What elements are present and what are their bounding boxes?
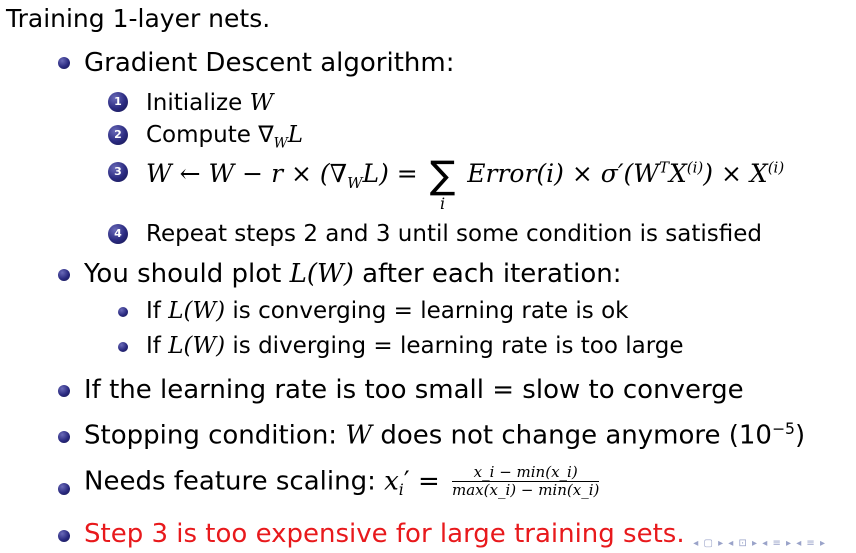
- diverging-item: If L(W) is diverging = learning rate is …: [146, 335, 684, 358]
- step-4: Repeat steps 2 and 3 until some conditio…: [146, 221, 763, 247]
- slide-title: Training 1-layer nets.: [6, 4, 271, 33]
- sub1-func: L(W): [168, 298, 226, 324]
- converging-item: If L(W) is converging = learning rate is…: [146, 300, 629, 323]
- scaling-item: Needs feature scaling: xi′ = x_i − min(x…: [84, 465, 600, 499]
- sub1-pre: If: [146, 298, 161, 324]
- sub1-post: is converging = learning rate is ok: [232, 298, 629, 324]
- plot-post: after each iteration:: [362, 259, 622, 289]
- step-number-4: 4: [108, 224, 128, 244]
- step-3-lhs-end: L) =: [362, 159, 418, 188]
- scaling-eq: ′ =: [403, 466, 440, 497]
- sub2-post: is diverging = learning rate is too larg…: [232, 333, 684, 359]
- step-3-rhs: Error(i) × σ′(W: [467, 159, 659, 188]
- bullet-icon: [58, 269, 70, 281]
- sub2-pre: If: [146, 333, 161, 359]
- stopping-end: ): [794, 420, 806, 451]
- step-3-rhs-tail: ) × X: [703, 159, 768, 188]
- gradient-descent-item: Gradient Descent algorithm:: [84, 48, 455, 78]
- step-1: Initialize W: [146, 92, 273, 115]
- scaling-lhs: x: [384, 466, 399, 497]
- step-3-rhs-transpose: T: [658, 158, 669, 177]
- step-2: Compute ∇WL: [146, 124, 303, 151]
- sum-symbol: ∑ i: [429, 153, 456, 212]
- sum-index: i: [439, 194, 446, 213]
- step-1-text: Initialize: [146, 90, 243, 116]
- stopping-pre: Stopping condition:: [84, 420, 338, 451]
- plot-item: You should plot L(W) after each iteratio…: [84, 261, 621, 287]
- bullet-icon: [58, 483, 70, 495]
- bullet-icon: [58, 57, 70, 69]
- step-number-1: 1: [108, 92, 128, 112]
- step-1-var: W: [249, 90, 274, 116]
- stopping-item: Stopping condition: W does not change an…: [84, 420, 806, 451]
- bullet-icon: [58, 385, 70, 397]
- plot-func: L(W): [289, 259, 354, 289]
- step-3-rhs-x-sup: (i): [686, 158, 704, 177]
- step-2-text: Compute ∇: [146, 122, 274, 148]
- step-3-formula: W ← W − r × (∇WL) = ∑ i Error(i) × σ′(WTX…: [146, 153, 785, 212]
- small-rate-item: If the learning rate is too small = slow…: [84, 375, 744, 405]
- navigation-icons[interactable]: ◂ ▢ ▸ ◂ ⊡ ▸ ◂ ≡ ▸ ◂ ≡ ▸: [693, 538, 826, 549]
- bullet-icon: [58, 530, 70, 542]
- stopping-post: does not change anymore (10: [380, 420, 772, 451]
- sum-glyph: ∑: [429, 153, 456, 197]
- step-2-sub: W: [273, 135, 288, 152]
- step-3-lhs-sub: W: [347, 174, 363, 192]
- sub-bullet-icon: [118, 342, 128, 352]
- step-3-rhs-tail-sup: (i): [767, 158, 785, 177]
- scaling-fraction: x_i − min(x_i) max(x_i) − min(x_i): [452, 465, 600, 499]
- expensive-item: Step 3 is too expensive for large traini…: [84, 519, 685, 549]
- step-3-lhs: W ← W − r × (∇: [146, 159, 348, 188]
- stopping-var: W: [345, 420, 373, 451]
- scaling-pre: Needs feature scaling:: [84, 466, 376, 497]
- scaling-numerator: x_i − min(x_i): [452, 465, 600, 482]
- sub-bullet-icon: [118, 307, 128, 317]
- step-number-2: 2: [108, 125, 128, 145]
- step-number-3: 3: [108, 162, 128, 182]
- scaling-denominator: max(x_i) − min(x_i): [452, 481, 600, 499]
- sub2-func: L(W): [168, 333, 226, 359]
- plot-pre: You should plot: [84, 259, 282, 289]
- step-2-var: L: [287, 122, 304, 148]
- step-3-rhs-x: X: [668, 159, 687, 188]
- bullet-icon: [58, 431, 70, 443]
- stopping-exp: −5: [771, 420, 795, 438]
